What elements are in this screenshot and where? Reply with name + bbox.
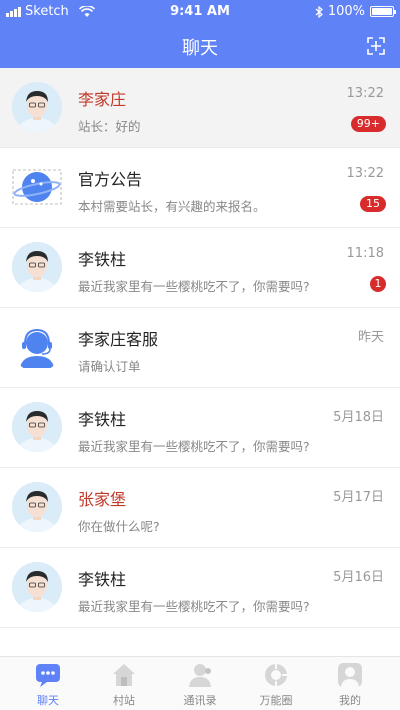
chat-row[interactable]: 李铁柱 最近我家里有一些樱桃吃不了，你需要吗? 11:18 1 — [0, 228, 400, 308]
person-avatar — [12, 402, 62, 452]
profile-icon — [338, 663, 362, 687]
chat-time: 13:22 — [346, 86, 384, 101]
unread-badge: 15 — [360, 196, 386, 212]
chat-time: 昨天 — [357, 330, 384, 345]
chat-name: 李铁柱 — [78, 570, 127, 589]
chat-row[interactable]: 李铁柱 最近我家里有一些樱桃吃不了，你需要吗? 5月18日 — [0, 388, 400, 468]
planet-icon — [12, 162, 62, 212]
chat-name: 李铁柱 — [78, 250, 127, 269]
battery-icon — [370, 6, 396, 17]
page-title: 聊天 — [182, 38, 218, 59]
person-avatar — [12, 82, 62, 132]
nav-label: 通讯录 — [183, 694, 217, 707]
chat-time: 5月18日 — [333, 410, 384, 425]
customer-service-icon — [12, 322, 62, 372]
nav-label: 聊天 — [37, 694, 59, 707]
nav-item-circle[interactable]: 万能圈 — [246, 661, 306, 709]
status-bar: Sketch 9:41 AM 100% — [0, 0, 400, 22]
chat-name: 李家庄客服 — [78, 330, 159, 349]
chat-row[interactable]: 李家庄 站长：好的 13:22 99+ — [0, 68, 400, 148]
nav-item-village[interactable]: 村站 — [94, 661, 154, 709]
battery-label: 100% — [327, 4, 365, 19]
chat-name: 李家庄 — [78, 90, 127, 109]
chat-time: 11:18 — [346, 246, 384, 261]
chat-message: 你在做什么呢? — [78, 519, 160, 534]
chat-message: 本村需要站长，有兴趣的来报名。 — [78, 199, 266, 214]
unread-badge: 1 — [370, 276, 386, 292]
chat-bubble-icon — [36, 664, 60, 687]
bluetooth-icon — [315, 5, 323, 18]
chat-row[interactable]: 官方公告 本村需要站长，有兴趣的来报名。 13:22 15 — [0, 148, 400, 228]
person-avatar — [12, 562, 62, 612]
chat-message: 最近我家里有一些樱桃吃不了，你需要吗? — [78, 279, 310, 294]
chat-message: 请确认订单 — [78, 359, 141, 374]
chat-message: 站长：好的 — [78, 119, 141, 134]
chat-name: 官方公告 — [78, 170, 143, 189]
contacts-icon — [189, 664, 211, 687]
status-right: 100% — [315, 4, 396, 19]
house-icon — [113, 664, 135, 686]
header-bar: Sketch 9:41 AM 100% 聊天 — [0, 0, 400, 68]
add-frame-icon[interactable] — [366, 36, 386, 56]
chat-message: 最近我家里有一些樱桃吃不了，你需要吗? — [78, 599, 310, 614]
nav-item-profile[interactable]: 我的 — [320, 661, 380, 709]
person-avatar — [12, 242, 62, 292]
bottom-nav: 聊天 村站 通讯录 万能圈 我的 — [0, 656, 400, 710]
nav-item-chat[interactable]: 聊天 — [18, 661, 78, 709]
nav-label: 村站 — [113, 694, 135, 707]
chat-row[interactable]: 李家庄客服 请确认订单 昨天 — [0, 308, 400, 388]
circle-icon — [265, 664, 287, 686]
chat-time: 5月17日 — [333, 490, 384, 505]
chat-message: 最近我家里有一些樱桃吃不了，你需要吗? — [78, 439, 310, 454]
person-avatar — [12, 482, 62, 532]
chat-row[interactable]: 张家堡 你在做什么呢? 5月17日 — [0, 468, 400, 548]
chat-name: 张家堡 — [78, 490, 127, 509]
nav-item-contacts[interactable]: 通讯录 — [170, 661, 230, 709]
nav-label: 万能圈 — [259, 694, 293, 707]
chat-list: 李家庄 站长：好的 13:22 99+ 官方公告 本村需要站长，有兴趣的来报名。… — [0, 68, 400, 628]
unread-badge: 99+ — [350, 116, 386, 132]
nav-label: 我的 — [339, 694, 361, 707]
chat-name: 李铁柱 — [78, 410, 127, 429]
chat-row[interactable]: 李铁柱 最近我家里有一些樱桃吃不了，你需要吗? 5月16日 — [0, 548, 400, 628]
chat-time: 5月16日 — [333, 570, 384, 585]
chat-time: 13:22 — [346, 166, 384, 181]
